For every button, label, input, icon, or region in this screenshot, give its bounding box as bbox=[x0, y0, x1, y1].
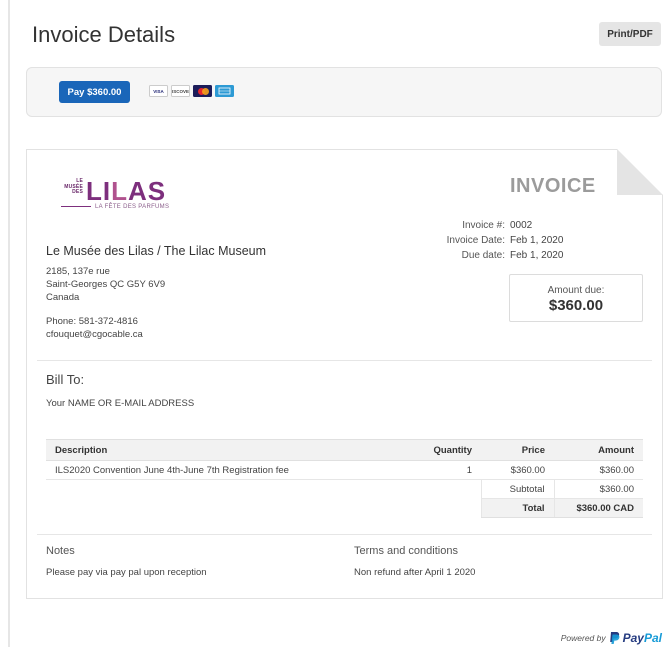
bill-to-heading: Bill To: bbox=[46, 372, 85, 387]
powered-by-text: Powered by bbox=[560, 633, 606, 643]
amount-due-box: Amount due: $360.00 bbox=[509, 274, 643, 322]
logo-small-text: LE MUSÉE DES bbox=[64, 178, 83, 195]
column-header-description: Description bbox=[46, 439, 404, 461]
amount-due-value: $360.00 bbox=[548, 297, 604, 314]
payment-panel: Pay $360.00 VISA DISCOVER bbox=[26, 67, 662, 117]
company-address-line1: 2185, 137e rue bbox=[46, 266, 110, 277]
company-email: cfouquet@cgocable.ca bbox=[46, 329, 143, 340]
subtotal-row: Subtotal $360.00 bbox=[46, 479, 643, 499]
item-price: $360.00 bbox=[481, 460, 554, 480]
subtotal-label: Subtotal bbox=[480, 479, 554, 499]
invoice-date-label: Invoice Date: bbox=[446, 235, 505, 246]
subtotal-value: $360.00 bbox=[553, 479, 643, 499]
page-title: Invoice Details bbox=[32, 22, 176, 47]
print-pdf-button[interactable]: Print/PDF bbox=[599, 22, 661, 46]
column-header-quantity: Quantity bbox=[404, 439, 481, 461]
invoice-document: LE MUSÉE DES LILAS LA FÊTE DES PARFUMS I… bbox=[26, 149, 663, 599]
section-divider bbox=[37, 534, 652, 535]
company-country: Canada bbox=[46, 292, 80, 303]
company-name: Le Musée des Lilas / The Lilac Museum bbox=[46, 244, 267, 258]
notes-text: Please pay via pay pal upon reception bbox=[46, 567, 207, 578]
due-date: Feb 1, 2020 bbox=[510, 250, 564, 261]
pay-button[interactable]: Pay $360.00 bbox=[59, 81, 130, 103]
amex-card-icon bbox=[215, 85, 234, 97]
amount-due-label: Amount due: bbox=[547, 285, 605, 296]
discover-card-icon: DISCOVER bbox=[171, 85, 190, 97]
company-logo: LE MUSÉE DES LILAS LA FÊTE DES PARFUMS bbox=[53, 176, 173, 216]
terms-text: Non refund after April 1 2020 bbox=[354, 567, 476, 578]
item-amount: $360.00 bbox=[554, 460, 643, 480]
bill-to-value: Your NAME OR E-MAIL ADDRESS bbox=[46, 398, 195, 409]
paypal-icon bbox=[609, 632, 620, 644]
due-date-label: Due date: bbox=[461, 250, 505, 261]
invoice-heading: INVOICE bbox=[510, 175, 596, 197]
item-description: ILS2020 Convention June 4th-June 7th Reg… bbox=[46, 460, 404, 480]
powered-by-paypal[interactable]: Powered by PayPal bbox=[561, 631, 662, 645]
accepted-cards: VISA DISCOVER bbox=[149, 85, 234, 97]
invoice-number: 0002 bbox=[510, 220, 533, 231]
invoice-meta: Invoice #: 0002 Invoice Date: Feb 1, 2020 … bbox=[407, 218, 607, 263]
mastercard-card-icon bbox=[193, 85, 212, 97]
logo-tagline: LA FÊTE DES PARFUMS bbox=[61, 204, 169, 210]
item-quantity: 1 bbox=[404, 460, 481, 480]
table-header-row: Description Quantity Price Amount bbox=[46, 439, 643, 461]
visa-card-icon: VISA bbox=[149, 85, 168, 97]
line-items-table: Description Quantity Price Amount ILS202… bbox=[46, 439, 643, 518]
company-address-line2: Saint-Georges QC G5Y 6V9 bbox=[46, 279, 166, 290]
column-header-amount: Amount bbox=[554, 439, 643, 461]
column-header-price: Price bbox=[481, 439, 554, 461]
left-divider bbox=[8, 0, 10, 647]
terms-heading: Terms and conditions bbox=[354, 545, 458, 557]
table-row: ILS2020 Convention June 4th-June 7th Reg… bbox=[46, 460, 643, 480]
total-row: Total $360.00 CAD bbox=[46, 498, 643, 518]
invoice-number-label: Invoice #: bbox=[462, 220, 505, 231]
logo-wordmark: LILAS bbox=[86, 176, 167, 206]
company-info: Le Musée des Lilas / The Lilac Museum 21… bbox=[46, 244, 396, 341]
total-value: $360.00 CAD bbox=[553, 498, 643, 518]
invoice-date: Feb 1, 2020 bbox=[510, 235, 564, 246]
total-label: Total bbox=[480, 498, 554, 518]
section-divider bbox=[37, 360, 652, 361]
page-fold-corner bbox=[617, 149, 663, 195]
paypal-wordmark: PayPal bbox=[622, 631, 662, 645]
notes-heading: Notes bbox=[46, 545, 75, 557]
company-phone: Phone: 581-372-4816 bbox=[46, 316, 138, 327]
